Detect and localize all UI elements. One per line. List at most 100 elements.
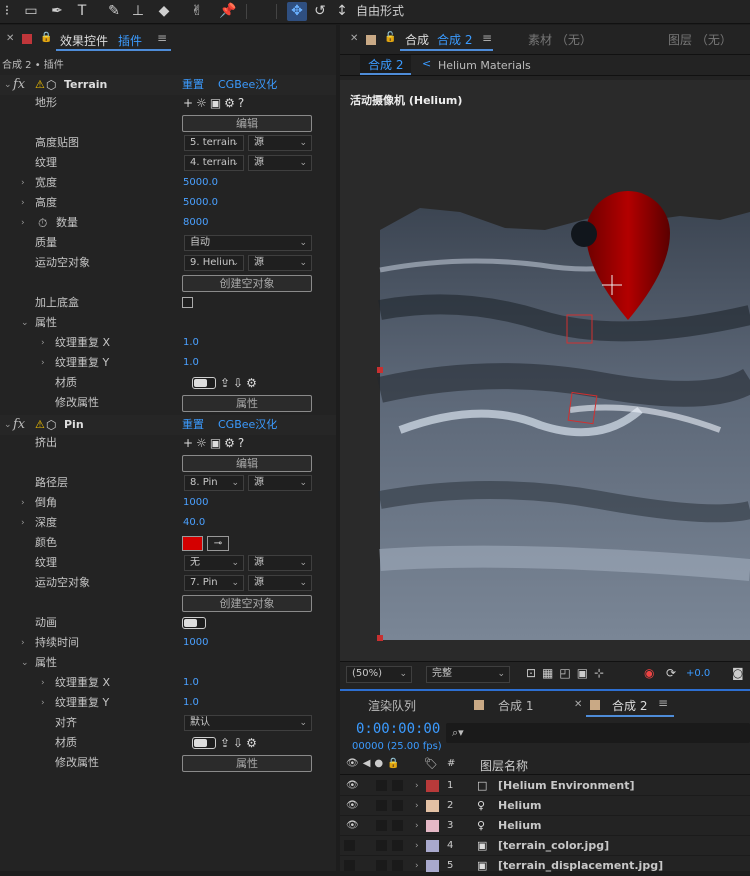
roto-brush-tool-icon[interactable]: ✌ [186,2,208,21]
terrain-edit-button[interactable]: 编辑 [182,115,312,132]
tab-comp-prefix[interactable]: 合成 [405,31,429,48]
brush-tool-icon[interactable]: ✎ [104,2,124,21]
expand-arrow-icon[interactable]: › [21,173,25,193]
layer-name[interactable]: Helium [498,796,542,816]
layer-label-color[interactable] [426,820,439,832]
effect-terrain-header[interactable]: ⌄ fx ⚠ ⬡ Terrain 重置 CGBee汉化 [0,75,336,95]
color-swatch[interactable] [182,536,203,551]
channel-icon[interactable]: ◉ [644,666,654,680]
expand-arrow-icon[interactable]: › [415,836,419,856]
layer-name[interactable]: Helium [498,816,542,836]
layer-row[interactable]: 👁 › 2 ♀ Helium [340,796,750,816]
tab-render-queue[interactable]: 渲染队列 [368,697,416,714]
fx-icon[interactable]: fx [13,415,25,435]
layer-name[interactable]: 插件 [118,32,142,49]
create-null-button[interactable]: 创建空对象 [182,275,312,292]
pin-texture-select[interactable]: 无 ⌄ [184,555,244,571]
visibility-toggle[interactable] [344,840,355,851]
material-toggle[interactable] [192,377,216,389]
pen-tool-icon[interactable]: ✒ [46,2,68,21]
quality-select[interactable]: 自动 ⌄ [184,235,312,251]
collapse-arrow-icon[interactable]: ⌄ [4,415,12,435]
layer-label-color[interactable] [426,840,439,852]
pan-camera-icon[interactable]: ↺ [311,2,329,21]
pin-null-source-select[interactable]: 源 ⌄ [248,575,312,591]
tex-repeat-y-value[interactable]: 1.0 [183,353,199,373]
close-icon[interactable]: ✕ [6,33,14,44]
tab-comp2[interactable]: 合成 2 [612,697,647,714]
credit-link[interactable]: CGBee汉化 [218,75,277,95]
expand-arrow-icon[interactable]: › [21,493,25,513]
tab-footage[interactable]: 素材 （无） [528,31,592,48]
lock-toggle[interactable] [392,840,403,851]
stopwatch-icon[interactable]: ⏱ [38,213,47,233]
solo-toggle[interactable] [376,780,387,791]
pin-material-toggle[interactable] [192,737,216,749]
lock-toggle[interactable] [392,780,403,791]
visibility-toggle[interactable] [344,860,355,871]
effect-pin-header[interactable]: ⌄ fx ⚠ ⬡ Pin 重置 CGBee汉化 [0,415,336,435]
close-icon[interactable]: ✕ [350,33,358,44]
expand-arrow-icon[interactable]: › [41,693,45,713]
lock-toggle[interactable] [392,800,403,811]
motion-null-select[interactable]: 9. Heliun ⌄ [184,255,244,271]
layer-label-color[interactable] [426,780,439,792]
fx-icon[interactable]: fx [13,75,25,95]
reset-link[interactable]: 重置 [182,415,204,435]
duration-value[interactable]: 1000 [183,633,208,653]
snapshot-icon[interactable]: ◙ [732,666,744,680]
layer-search-input[interactable]: ⌕▾ [446,723,750,743]
lock-toggle[interactable] [392,820,403,831]
path-layer-source-select[interactable]: 源 ⌄ [248,475,312,491]
exposure-value[interactable]: +0.0 [686,668,710,679]
panel-menu-icon[interactable]: ≡ [482,31,492,45]
timecode[interactable]: 0:00:00:00 [356,721,440,737]
height-value[interactable]: 5000.0 [183,193,218,213]
path-layer-select[interactable]: 8. Pin ⌄ [184,475,244,491]
panel-title[interactable]: 效果控件 [60,32,108,49]
flow-material-link[interactable]: Helium Materials [438,59,531,72]
expand-arrow-icon[interactable]: › [21,513,25,533]
terrain-tool-icons[interactable]: +☼▣⚙? [183,93,247,113]
pin-edit-button[interactable]: 编辑 [182,455,312,472]
visibility-eye-icon[interactable]: 👁 [346,796,359,816]
credit-link[interactable]: CGBee汉化 [218,415,277,435]
solo-toggle[interactable] [376,840,387,851]
bevel-value[interactable]: 1000 [183,493,208,513]
tab-layer[interactable]: 图层 （无） [668,31,732,48]
composition-viewer[interactable]: 活动摄像机 (Helium) [340,80,750,661]
shape-mode-label[interactable]: 自由形式 [356,2,404,21]
depth-value[interactable]: 40.0 [183,513,205,533]
pin-texture-source-select[interactable]: 源 ⌄ [248,555,312,571]
panel-menu-icon[interactable]: ≡ [157,31,167,45]
close-icon[interactable]: ✕ [574,699,582,710]
expand-arrow-icon[interactable]: › [415,816,419,836]
pin-tex-repeat-x-value[interactable]: 1.0 [183,673,199,693]
solo-toggle[interactable] [376,820,387,831]
solo-toggle[interactable] [376,860,387,871]
collapse-arrow-icon[interactable]: ⌄ [21,313,29,333]
base-box-checkbox[interactable] [182,297,193,308]
layer-name[interactable]: [Helium Environment] [498,776,635,796]
expand-arrow-icon[interactable]: › [41,333,45,353]
viewer-options-icons[interactable]: ⊡▦◰▣⊹ [526,666,610,680]
attributes-button[interactable]: 属性 [182,395,312,412]
resolution-select[interactable]: 完整 ⌄ [426,666,510,683]
layer-name-header[interactable]: 图层名称 [480,757,528,774]
layer-name[interactable]: [terrain_displacement.jpg] [498,856,663,876]
tex-repeat-x-value[interactable]: 1.0 [183,333,199,353]
collapse-arrow-icon[interactable]: ⌄ [21,653,29,673]
height-map-source-select[interactable]: 源 ⌄ [248,135,312,151]
lock-toggle[interactable] [392,860,403,871]
visibility-eye-icon[interactable]: 👁 [346,776,359,796]
dolly-camera-icon[interactable]: ↕ [335,2,349,21]
extrude-tool-icons[interactable]: +☼▣⚙? [183,433,247,453]
count-value[interactable]: 8000 [183,213,208,233]
pin-material-tool-icons[interactable]: ⇪⇩⚙ [220,733,260,753]
lock-icon[interactable]: 🔒 [40,32,52,43]
pin-attributes-button[interactable]: 属性 [182,755,312,772]
zoom-select[interactable]: (50%) ⌄ [346,666,412,683]
reset-exposure-icon[interactable]: ⟳ [666,666,676,680]
hand-tool-icon[interactable]: ⁝ [0,2,14,21]
texture-source-select[interactable]: 源 ⌄ [248,155,312,171]
